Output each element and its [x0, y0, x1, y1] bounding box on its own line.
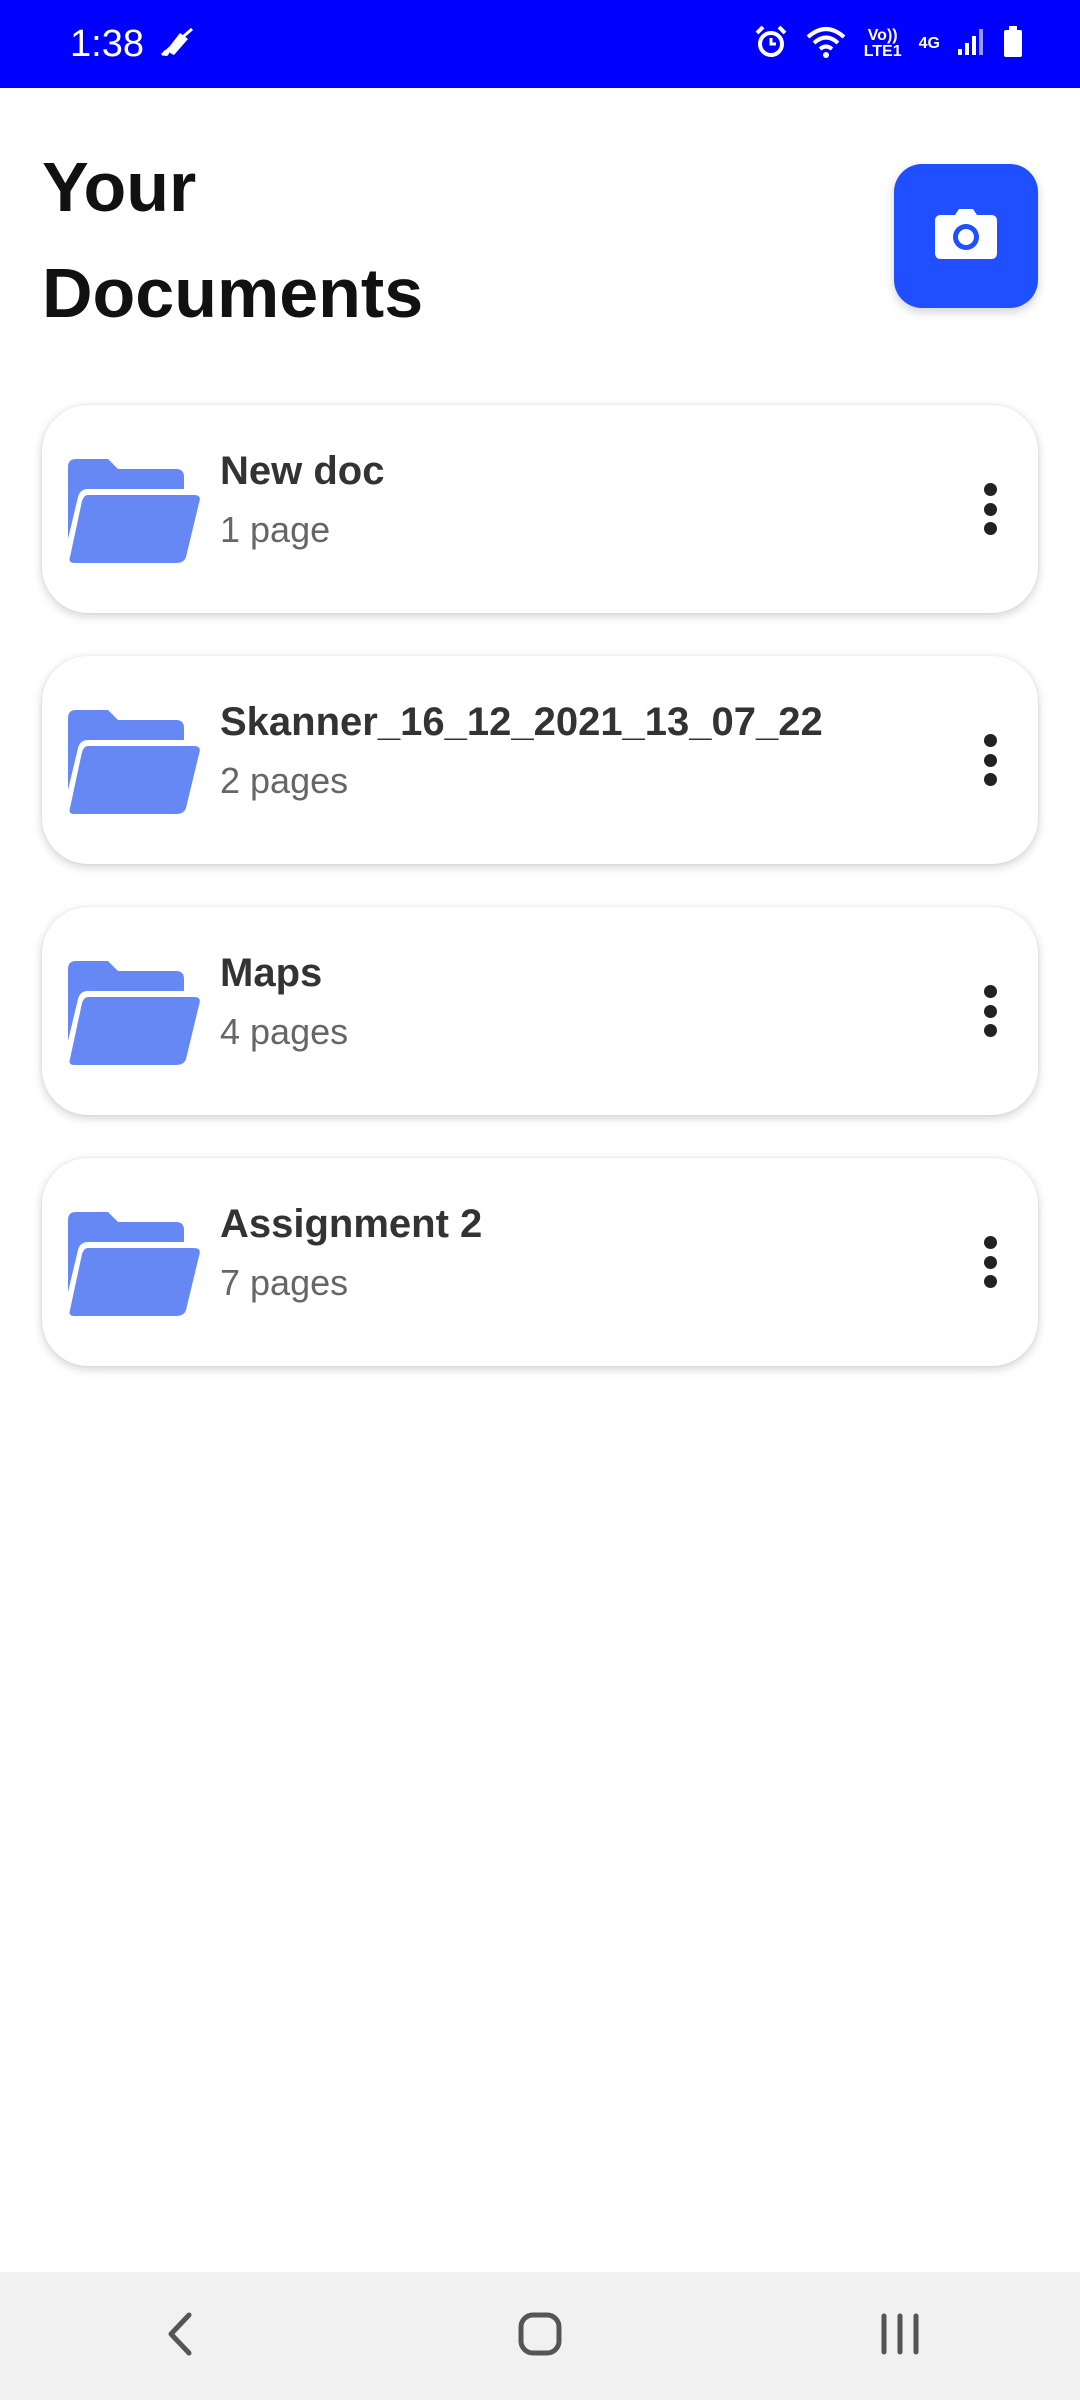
folder-icon: [68, 961, 200, 1065]
signal-icon: [956, 27, 986, 62]
status-time: 1:38: [70, 22, 144, 65]
network-type: 4G: [918, 35, 940, 52]
header: Your Documents: [0, 88, 1080, 388]
document-page-count: 1 page: [220, 509, 331, 550]
document-page-count: 4 pages: [220, 1011, 349, 1052]
home-icon: [517, 2311, 563, 2362]
document-page-count: 7 pages: [220, 1262, 349, 1303]
status-bar: 1:38 Vo)) LTE1 4G: [0, 0, 1080, 88]
folder-icon: [68, 1212, 200, 1316]
page-title-line1: Your: [42, 148, 197, 226]
camera-button[interactable]: [894, 164, 1038, 308]
page-title: Your Documents: [42, 134, 423, 346]
status-right: Vo)) LTE1 4G: [753, 24, 1024, 65]
document-name: Assignment 2: [220, 1202, 483, 1246]
document-card[interactable]: Assignment 2 7 pages: [42, 1158, 1038, 1366]
nav-home-button[interactable]: [460, 2272, 620, 2400]
camera-icon: [935, 208, 997, 264]
document-name: Skanner_16_12_2021_13_07_22: [220, 700, 823, 744]
document-list: New doc 1 page Skanner_16_12_2021_13_07_…: [42, 405, 1038, 1409]
more-options-button[interactable]: [966, 471, 1014, 547]
recents-icon: [878, 2312, 922, 2361]
battery-icon: [1002, 25, 1024, 64]
document-card[interactable]: Skanner_16_12_2021_13_07_22 2 pages: [42, 656, 1038, 864]
navigation-bar: [0, 2272, 1080, 2400]
alarm-icon: [753, 24, 789, 65]
muted-notification-icon: [158, 25, 196, 64]
nav-back-button[interactable]: [100, 2272, 260, 2400]
page-title-line2: Documents: [42, 254, 424, 332]
more-options-button[interactable]: [966, 722, 1014, 798]
folder-icon: [68, 459, 200, 563]
document-name: New doc: [220, 449, 385, 493]
more-vert-icon: [983, 985, 997, 998]
more-vert-icon: [983, 1236, 997, 1249]
folder-icon: [68, 710, 200, 814]
volte-indicator: Vo)) LTE1: [863, 27, 902, 60]
document-page-count: 2 pages: [220, 760, 349, 801]
more-vert-icon: [983, 483, 997, 496]
document-card[interactable]: New doc 1 page: [42, 405, 1038, 613]
document-name: Maps: [220, 951, 323, 995]
wifi-icon: [805, 25, 847, 64]
status-left: 1:38: [70, 23, 196, 66]
back-icon: [165, 2311, 195, 2362]
more-options-button[interactable]: [966, 1224, 1014, 1300]
nav-recents-button[interactable]: [820, 2272, 980, 2400]
more-options-button[interactable]: [966, 973, 1014, 1049]
more-vert-icon: [983, 734, 997, 747]
document-card[interactable]: Maps 4 pages: [42, 907, 1038, 1115]
